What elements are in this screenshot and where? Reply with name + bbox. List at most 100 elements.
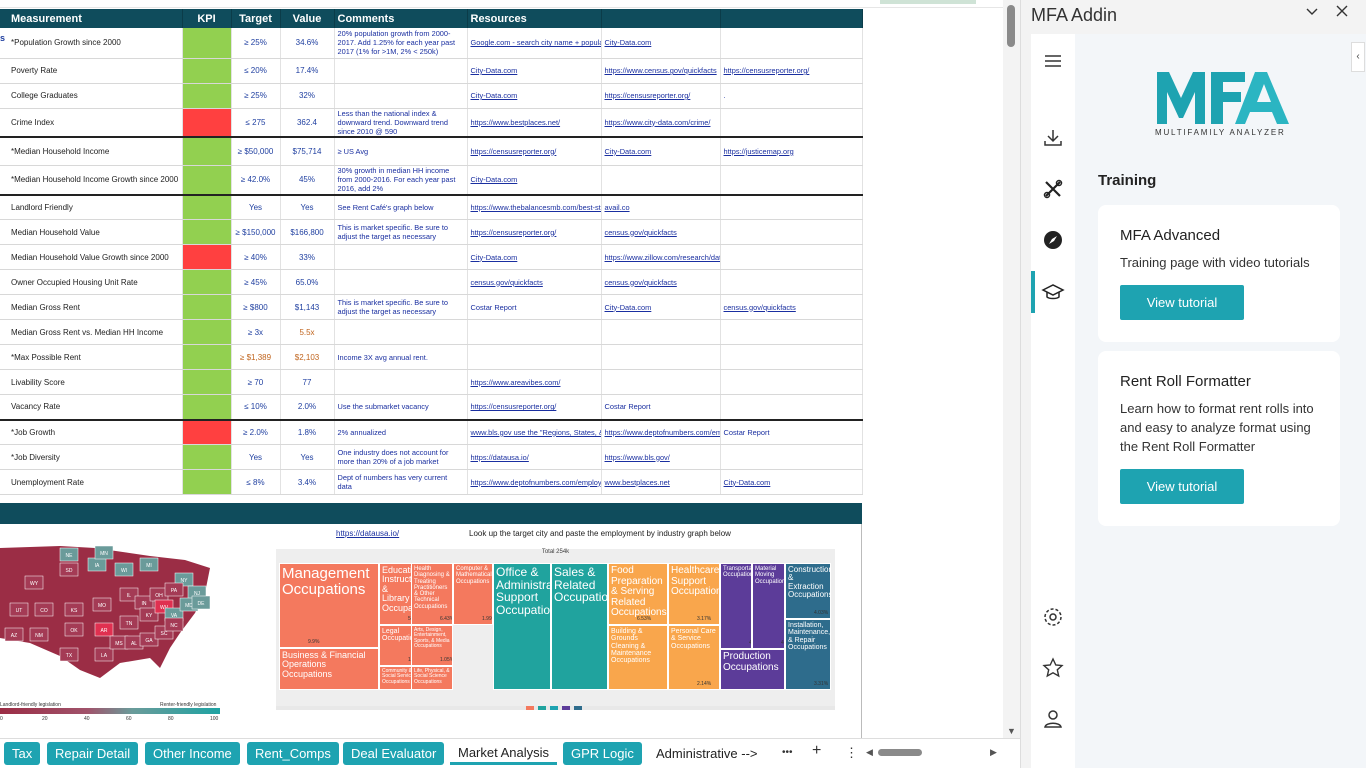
treemap-cell[interactable]: Life, Physical, & Social Science Occupat… [411, 666, 453, 690]
comment-cell[interactable] [334, 58, 468, 84]
measurement-cell[interactable]: Median Gross Rent [0, 294, 183, 320]
resource-link[interactable]: City-Data.com [601, 28, 721, 59]
measurement-cell[interactable]: *Median Household Income [0, 136, 183, 166]
scroll-down-arrow[interactable]: ▼ [1007, 726, 1016, 736]
value-cell[interactable]: 32% [280, 83, 335, 109]
target-cell[interactable]: ≥ 2.0% [231, 419, 281, 445]
comment-cell[interactable]: This is market specific. Be sure to adju… [334, 219, 468, 245]
target-cell[interactable]: ≥ $150,000 [231, 219, 281, 245]
user-icon[interactable] [1041, 707, 1065, 731]
resource-link[interactable]: https://www.deptofnumbers.com/employment [467, 469, 602, 495]
treemap-cell[interactable]: Building & Grounds Cleaning & Maintenanc… [608, 625, 668, 690]
resource-link[interactable]: City-Data.com [601, 294, 721, 320]
target-cell[interactable]: Yes [231, 194, 281, 220]
value-cell[interactable]: $166,800 [280, 219, 335, 245]
target-cell[interactable]: ≥ 45% [231, 269, 281, 295]
comment-cell[interactable]: See Rent Café's graph below [334, 194, 468, 220]
view-tutorial-button[interactable]: View tutorial [1120, 469, 1244, 504]
comment-cell[interactable]: One industry does not account for more t… [334, 444, 468, 470]
tab-rent-comps[interactable]: Rent_Comps [247, 742, 339, 765]
resource-link[interactable]: https://censusreporter.org/ [601, 83, 721, 109]
resource-link[interactable]: https://www.thebalancesmb.com/best-state… [467, 194, 602, 220]
kpi-status-cell[interactable] [182, 344, 232, 370]
resource-link[interactable]: https://www.city-data.com/crime/ [601, 108, 721, 138]
resource-link[interactable] [601, 319, 721, 345]
tab-repair-detail[interactable]: Repair Detail [47, 742, 139, 765]
treemap-cell[interactable]: Sales & Related Occupations [551, 563, 608, 690]
view-tutorial-button[interactable]: View tutorial [1120, 285, 1244, 320]
resource-link[interactable] [601, 369, 721, 395]
treemap-cell[interactable]: Computer & Mathematical Occupations 1.99% [453, 563, 493, 625]
resource-link[interactable]: https://www.bestplaces.net/ [467, 108, 602, 138]
target-cell[interactable]: ≥ 70 [231, 369, 281, 395]
kpi-status-cell[interactable] [182, 419, 232, 445]
tools-icon[interactable] [1041, 177, 1065, 201]
measurement-cell[interactable]: Poverty Rate [0, 58, 183, 84]
header-value[interactable]: Value [280, 9, 335, 28]
comment-cell[interactable]: 20% population growth from 2000-2017. Ad… [334, 28, 468, 59]
resource-link[interactable] [720, 269, 863, 295]
more-tabs-button[interactable]: ••• [782, 747, 793, 758]
target-cell[interactable]: ≥ $800 [231, 294, 281, 320]
header-blank-1[interactable] [601, 9, 721, 28]
resource-link[interactable]: census.gov/quickfacts [467, 269, 602, 295]
resource-link[interactable]: City-Data.com [467, 58, 602, 84]
kpi-status-cell[interactable] [182, 444, 232, 470]
measurement-cell[interactable]: Median Gross Rent vs. Median HH Income [0, 319, 183, 345]
resource-link[interactable]: https://www.zillow.com/research/data/ [601, 244, 721, 270]
tab-market-analysis[interactable]: Market Analysis [450, 742, 558, 765]
resource-link[interactable]: Costar Report [467, 294, 602, 320]
treemap-cell[interactable]: Healthcare Support Occupations 3.17% [668, 563, 720, 625]
measurement-cell[interactable]: Median Household Value Growth since 2000 [0, 244, 183, 270]
resource-link[interactable] [720, 394, 863, 421]
resource-link[interactable]: census.gov/quickfacts [720, 294, 863, 320]
comment-cell[interactable] [334, 244, 468, 270]
vertical-scroll-thumb[interactable] [1007, 5, 1015, 47]
comment-cell[interactable]: 30% growth in median HH income from 2000… [334, 165, 468, 196]
tab-other-income[interactable]: Other Income [145, 742, 240, 765]
resource-link[interactable] [720, 219, 863, 245]
gear-icon[interactable] [1041, 605, 1065, 629]
comment-cell[interactable]: ≥ US Avg [334, 136, 468, 166]
resource-link[interactable] [720, 319, 863, 345]
comment-cell[interactable] [334, 319, 468, 345]
target-cell[interactable]: ≥ $1,389 [231, 344, 281, 370]
horizontal-scroll-thumb[interactable] [878, 749, 922, 756]
value-cell[interactable]: $2,103 [280, 344, 335, 370]
kpi-status-cell[interactable] [182, 219, 232, 245]
kpi-status-cell[interactable] [182, 108, 232, 138]
resource-link[interactable]: https://censusreporter.org/ [467, 219, 602, 245]
resource-link[interactable] [467, 344, 602, 370]
target-cell[interactable]: ≥ 25% [231, 83, 281, 109]
scroll-right-arrow[interactable]: ▶ [990, 747, 997, 758]
comment-cell[interactable]: Dept of numbers has very current data [334, 469, 468, 495]
resource-link[interactable]: Costar Report [601, 394, 721, 421]
measurement-cell[interactable]: *Population Growth since 2000 [0, 28, 183, 59]
resource-link[interactable]: https://www.deptofnumbers.com/employment [601, 419, 721, 445]
comment-cell[interactable]: This is market specific. Be sure to adju… [334, 294, 468, 320]
toolbar-icon-1[interactable] [526, 706, 534, 710]
treemap-cell[interactable]: Personal Care & Service Occupations 2.14% [668, 625, 720, 690]
star-icon[interactable] [1041, 656, 1065, 680]
treemap-cell[interactable]: Food Preparation & Serving Related Occup… [608, 563, 668, 625]
resource-link[interactable]: www.bls.gov use the "Regions, States, & … [467, 419, 602, 445]
value-cell[interactable]: 45% [280, 165, 335, 196]
employment-treemap[interactable]: Management Occupations 9.9% Business & Fin… [276, 549, 835, 709]
treemap-cell[interactable]: Material Moving Occupations4.3% [752, 563, 785, 649]
value-cell[interactable]: 1.8% [280, 419, 335, 445]
value-cell[interactable]: 2.0% [280, 394, 335, 421]
measurement-cell[interactable]: Landlord Friendly [0, 194, 183, 220]
resource-link[interactable] [720, 28, 863, 59]
scroll-left-arrow[interactable]: ◀ [866, 747, 873, 758]
resource-link[interactable] [720, 108, 863, 138]
treemap-cell[interactable]: Management Occupations 9.9% [279, 563, 379, 648]
treemap-cell[interactable]: Installation, Maintenance, & Repair Occu… [785, 619, 831, 690]
resource-link[interactable]: census.gov/quickfacts [601, 219, 721, 245]
measurement-cell[interactable]: Livability Score [0, 369, 183, 395]
tab-gpr-logic[interactable]: GPR Logic [563, 742, 642, 765]
menu-icon[interactable] [1041, 49, 1065, 73]
resource-link[interactable] [720, 444, 863, 470]
kpi-status-cell[interactable] [182, 294, 232, 320]
treemap-cell[interactable]: Construction & Extraction Occupations 4.0… [785, 563, 831, 619]
compass-icon[interactable] [1041, 228, 1065, 252]
